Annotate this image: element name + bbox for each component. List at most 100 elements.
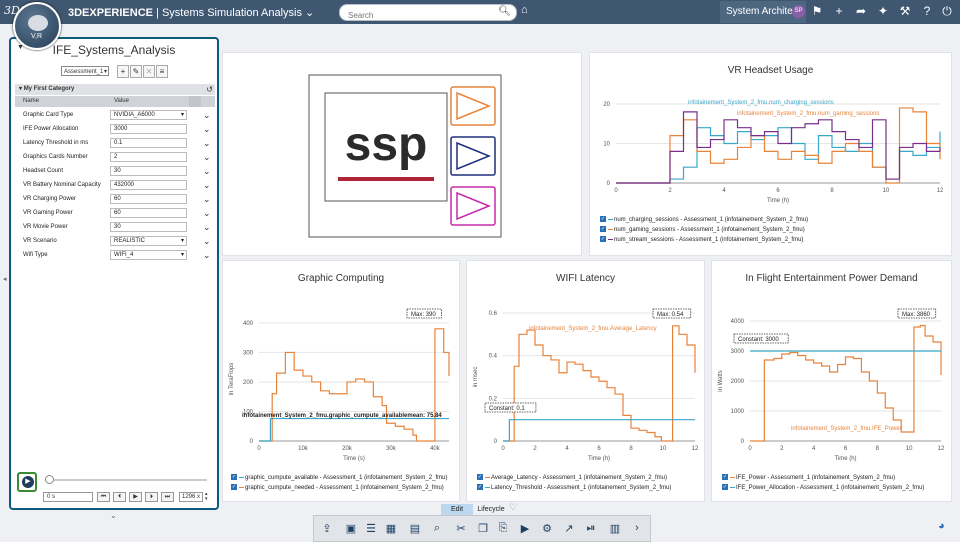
legend-checkbox[interactable]: ✓: [600, 216, 606, 223]
parameter-value-field[interactable]: 3000: [110, 124, 187, 134]
tab-edit[interactable]: Edit: [441, 504, 473, 515]
speed-field[interactable]: 1296 x: [179, 492, 203, 502]
tools-icon[interactable]: ⚒: [898, 4, 912, 18]
analysis-icon[interactable]: ⏯: [584, 522, 598, 535]
compute-icon[interactable]: ⚙: [540, 522, 554, 535]
more-icon[interactable]: ›: [630, 522, 644, 534]
parameter-value-field[interactable]: 2: [110, 152, 187, 162]
reset-icon[interactable]: ↺: [206, 84, 213, 95]
timeline-slider-thumb[interactable]: [45, 475, 54, 484]
parameter-value-field[interactable]: WIFI_4 ▾: [110, 250, 187, 260]
simulate-icon[interactable]: ▶: [518, 522, 532, 535]
chevron-down-icon[interactable]: ⌄: [203, 138, 211, 149]
panel-resize-handle[interactable]: ⌄: [110, 511, 117, 520]
legend-item[interactable]: ✓ graphic_cumpute_needed - Assessment_1 (…: [231, 483, 447, 493]
parameter-value-field[interactable]: 60: [110, 194, 187, 204]
legend-checkbox[interactable]: ✓: [231, 474, 237, 481]
legend-item[interactable]: ✓ num_stream_sessions - Assessment_1 (inf…: [600, 235, 808, 245]
edit-icon[interactable]: ✎: [130, 65, 142, 78]
x-tick-label: 4: [812, 446, 816, 452]
compass-button[interactable]: V,R: [13, 2, 61, 50]
parameter-value: 2: [114, 154, 118, 160]
parameter-value-field[interactable]: 30: [110, 166, 187, 176]
parameter-value-field[interactable]: 60: [110, 208, 187, 218]
copy-icon[interactable]: ❐: [476, 522, 490, 535]
play-button[interactable]: ▶: [129, 492, 142, 502]
legend-item[interactable]: ✓ Average_Latency - Assessment_1 (infotai…: [477, 473, 671, 483]
cut-icon[interactable]: ✂: [454, 522, 468, 535]
step-forward-button[interactable]: ⏵: [145, 492, 158, 502]
speed-spinner[interactable]: ▴ ▾: [205, 492, 208, 502]
app-brand[interactable]: 3DEXPERIENCE | Systems Simulation Analys…: [68, 6, 314, 19]
timeline-slider[interactable]: [45, 479, 207, 481]
chart-icon[interactable]: ↗: [562, 522, 576, 535]
favorite-icon[interactable]: ♡: [509, 502, 517, 513]
parameter-label: VR Gaming Power: [23, 210, 73, 216]
chevron-down-icon[interactable]: ⌄: [203, 250, 211, 261]
legend-item[interactable]: ✓ IFE_Power - Assessment_1 (infotainement…: [722, 473, 924, 483]
chevron-down-icon[interactable]: ⌄: [203, 166, 211, 177]
run-simulation-button[interactable]: ▶: [17, 472, 37, 492]
add-button[interactable]: +: [117, 65, 129, 78]
list-icon[interactable]: ☰: [364, 522, 378, 535]
legend-checkbox[interactable]: ✓: [231, 484, 237, 491]
chevron-down-icon[interactable]: ⌄: [203, 236, 211, 247]
chat-icon[interactable]: ◕: [938, 520, 945, 532]
report-icon[interactable]: ▥: [608, 522, 622, 535]
chevron-down-icon[interactable]: ⌄: [203, 194, 211, 205]
legend-item[interactable]: ✓ num_charging_sessions - Assessment_1 (i…: [600, 215, 808, 225]
export-icon[interactable]: ⇪: [320, 522, 334, 535]
columns-icon[interactable]: ≡: [156, 65, 168, 78]
legend-item[interactable]: ✓ IFE_Power_Allocation - Assessment_1 (in…: [722, 483, 924, 493]
tab-lifecycle[interactable]: Lifecycle: [475, 504, 507, 515]
zoom-icon[interactable]: ⌕: [430, 522, 444, 535]
chevron-down-icon[interactable]: ⌄: [203, 152, 211, 163]
paste-icon[interactable]: ⎘: [496, 522, 510, 535]
time-field[interactable]: 0 s: [43, 492, 93, 502]
chevron-down-icon[interactable]: ⌄: [203, 124, 211, 135]
play-icon: ▶: [22, 476, 34, 488]
step-back-button[interactable]: ⏴: [113, 492, 126, 502]
legend-checkbox[interactable]: ✓: [722, 474, 728, 481]
delete-icon[interactable]: ✕: [143, 65, 155, 78]
skip-start-button[interactable]: ⏮: [97, 492, 110, 502]
bookmark-icon[interactable]: ⚑: [810, 4, 824, 18]
side-arrow-icon[interactable]: ◂: [3, 275, 7, 283]
legend-item[interactable]: ✓ graphic_cumpute_available - Assessment_…: [231, 473, 447, 483]
legend-checkbox[interactable]: ✓: [477, 484, 483, 491]
chevron-down-icon[interactable]: ⌄: [203, 222, 211, 233]
parameter-value-field[interactable]: 432000: [110, 180, 187, 190]
category-header[interactable]: ▾ My First Category ↺: [15, 84, 215, 95]
skip-end-button[interactable]: ⏭: [161, 492, 174, 502]
add-icon[interactable]: +: [832, 4, 846, 18]
tag-icon[interactable]: ⌂: [521, 4, 528, 16]
save-icon[interactable]: ▣: [344, 522, 358, 535]
chevron-down-icon[interactable]: ⌄: [203, 208, 211, 219]
power-icon[interactable]: ⏻: [940, 4, 954, 19]
legend-checkbox[interactable]: ✓: [600, 226, 606, 233]
parameter-row: VR Battery Nominal Capacity 432000 ⌄: [15, 178, 215, 192]
legend-checkbox[interactable]: ✓: [477, 474, 483, 481]
search-icon[interactable]: 🔍︎: [498, 6, 511, 17]
share-icon[interactable]: ➦: [854, 4, 868, 18]
parameter-value-field[interactable]: NVIDIA_A6000 ▾: [110, 110, 187, 120]
assessment-select[interactable]: Assessment_1 ▾: [61, 66, 109, 76]
parameter-value-field[interactable]: 0.1: [110, 138, 187, 148]
avatar[interactable]: SP: [792, 5, 805, 18]
table-icon[interactable]: ▦: [384, 522, 398, 535]
parameter-value-field[interactable]: 30: [110, 222, 187, 232]
legend-checkbox[interactable]: ✓: [722, 484, 728, 491]
chevron-down-icon[interactable]: ⌄: [203, 180, 211, 191]
legend-item[interactable]: ✓ Latency_Threshold - Assessment_1 (infot…: [477, 483, 671, 493]
legend-label: Latency_Threshold - Assessment_1 (infota…: [491, 485, 672, 491]
parameter-value-field[interactable]: REALISTIC ▾: [110, 236, 187, 246]
help-icon[interactable]: ?: [920, 4, 934, 18]
legend-checkbox[interactable]: ✓: [600, 236, 606, 243]
legend-item[interactable]: ✓ num_gaming_sessions - Assessment_1 (inf…: [600, 225, 808, 235]
network-icon[interactable]: ✦: [876, 4, 890, 18]
chevron-down-icon[interactable]: ⌄: [203, 110, 211, 121]
column-header-name: Name: [23, 98, 40, 104]
search-input[interactable]: [346, 10, 500, 21]
document-icon[interactable]: ▤: [408, 522, 422, 535]
parameter-row: Wifi Type WIFI_4 ▾ ⌄: [15, 248, 215, 262]
